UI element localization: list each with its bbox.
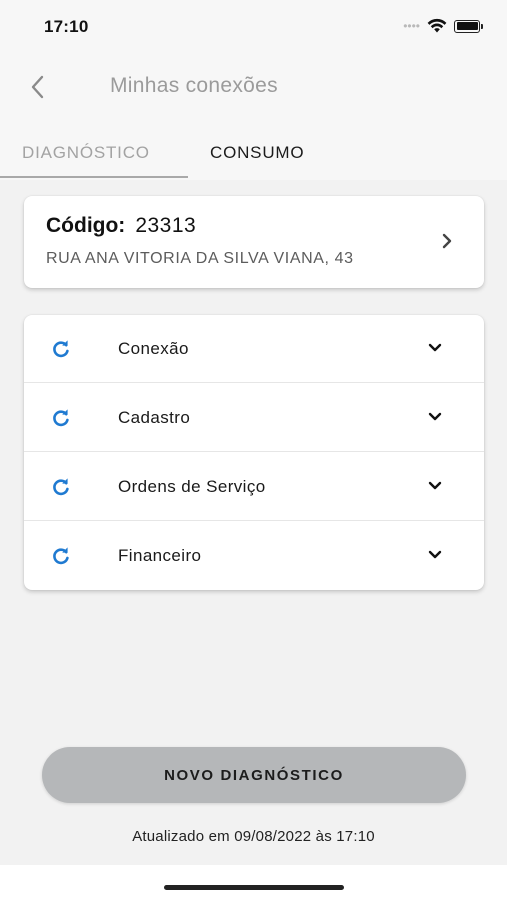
connection-card[interactable]: Código: 23313 RUA ANA VITORIA DA SILVA VI… (24, 196, 484, 288)
diagnostic-item-conexao[interactable]: Conexão (24, 315, 484, 383)
chevron-down-icon (428, 550, 442, 559)
top-bar: 17:10 •••• Minhas conexões DIAGNÓSTICO C… (0, 0, 507, 180)
diagnostic-item-cadastro[interactable]: Cadastro (24, 384, 484, 452)
refresh-icon (53, 340, 69, 358)
wifi-icon (427, 18, 447, 33)
back-button[interactable] (22, 72, 52, 102)
refresh-icon (53, 478, 69, 496)
refresh-icon (53, 547, 69, 565)
diagnostic-item-financeiro[interactable]: Financeiro (24, 522, 484, 590)
chevron-right-icon (442, 233, 452, 249)
home-indicator (164, 885, 344, 890)
diagnostics-list: Conexão Cadastro Ordens de Serviço Finan… (24, 315, 484, 590)
diagnostic-label: Cadastro (118, 408, 191, 427)
diagnostic-label: Conexão (118, 339, 189, 358)
new-diagnostic-button[interactable]: NOVO DIAGNÓSTICO (42, 747, 466, 803)
code-value: 23313 (135, 214, 197, 237)
status-icons: •••• (403, 18, 483, 34)
chevron-down-icon (428, 343, 442, 352)
bottom-safe-area (0, 865, 507, 900)
connection-address: RUA ANA VITORIA DA SILVA VIANA, 43 (46, 250, 354, 267)
tab-consumo[interactable]: CONSUMO (210, 128, 304, 178)
active-tab-indicator (0, 176, 188, 178)
tab-diagnostico[interactable]: DIAGNÓSTICO (22, 128, 150, 178)
status-time: 17:10 (44, 17, 89, 36)
chevron-down-icon (428, 481, 442, 490)
diagnostic-item-ordens-de-servico[interactable]: Ordens de Serviço (24, 453, 484, 521)
refresh-icon (53, 409, 69, 427)
diagnostic-label: Ordens de Serviço (118, 477, 266, 496)
chevron-down-icon (428, 412, 442, 421)
battery-icon (454, 19, 483, 33)
page-title: Minhas conexões (110, 74, 278, 97)
connection-code: Código: 23313 (46, 214, 196, 238)
chevron-left-icon (31, 75, 44, 99)
last-updated-text: Atualizado em 09/08/2022 às 17:10 (132, 828, 375, 845)
diagnostic-label: Financeiro (118, 546, 202, 565)
tab-bar: DIAGNÓSTICO CONSUMO (0, 128, 507, 180)
code-label: Código: (46, 214, 126, 237)
signal-dots-icon: •••• (403, 19, 420, 33)
